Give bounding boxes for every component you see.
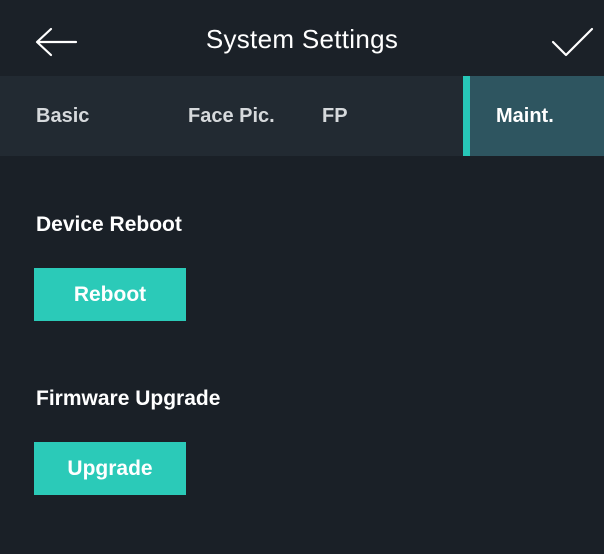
checkmark-icon <box>550 26 594 58</box>
title-bar: System Settings <box>0 0 604 84</box>
firmware-upgrade-heading: Firmware Upgrade <box>36 387 221 410</box>
tab-face-pic[interactable]: Face Pic. <box>188 76 275 156</box>
tab-fp[interactable]: FP <box>322 76 348 156</box>
device-reboot-heading: Device Reboot <box>36 213 182 236</box>
tab-bar: Basic Face Pic. FP Maint. <box>0 76 604 156</box>
system-settings-screen: System Settings Basic Face Pic. FP Maint… <box>0 0 604 554</box>
confirm-button[interactable] <box>540 16 604 68</box>
tab-maint[interactable]: Maint. <box>463 76 604 156</box>
tab-basic[interactable]: Basic <box>36 76 89 156</box>
reboot-button[interactable]: Reboot <box>34 268 186 321</box>
upgrade-button[interactable]: Upgrade <box>34 442 186 495</box>
page-title: System Settings <box>205 24 399 54</box>
